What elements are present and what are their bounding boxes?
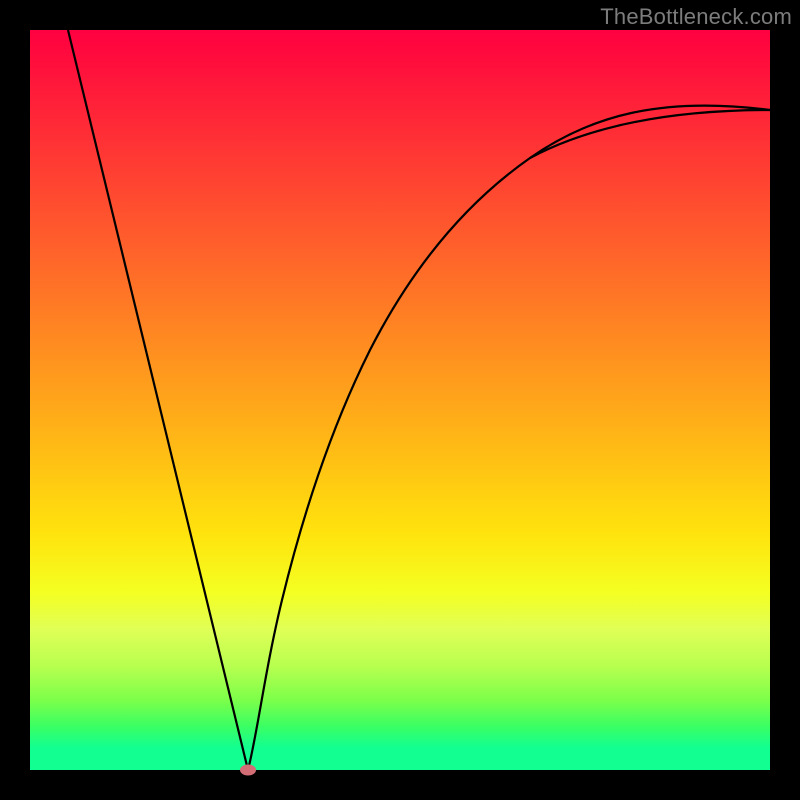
- plot-area: [30, 30, 770, 770]
- attribution-text: TheBottleneck.com: [600, 4, 792, 30]
- min-marker: [240, 765, 256, 776]
- curve-right-tail: [530, 110, 770, 158]
- curve-right: [248, 106, 770, 770]
- chart-frame: TheBottleneck.com: [0, 0, 800, 800]
- curve-left: [68, 30, 248, 770]
- bottleneck-curve: [30, 30, 770, 770]
